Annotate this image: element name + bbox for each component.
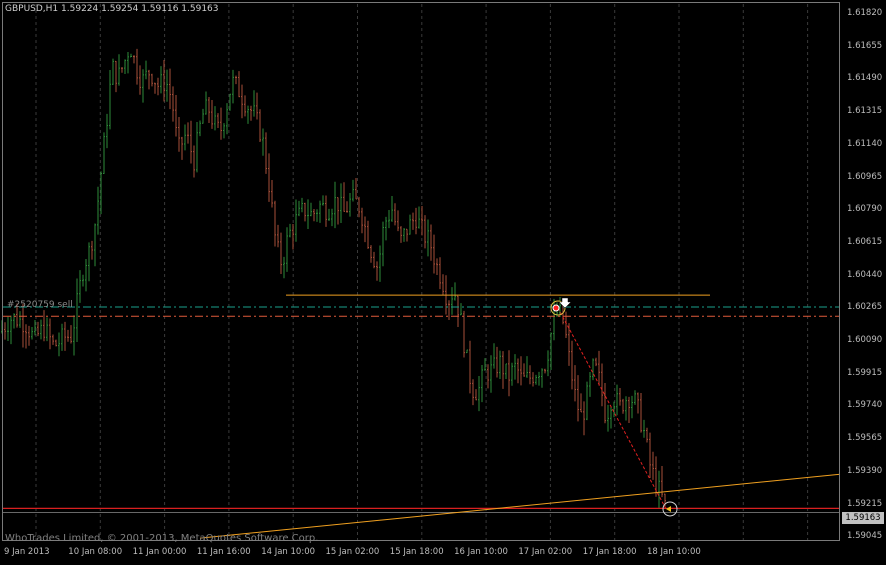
price-axis-label: 1.60615	[847, 236, 883, 247]
candles	[1, 48, 666, 509]
time-axis-label: 16 Jan 10:00	[454, 547, 508, 557]
price-axis-label: 1.61655	[847, 40, 883, 51]
price-axis-label: 1.59740	[847, 400, 883, 411]
price-axis-label: 1.60965	[847, 171, 883, 182]
chart-frame	[2, 2, 840, 541]
time-axis-label: 11 Jan 16:00	[196, 547, 251, 557]
time-axis-label: 17 Jan 18:00	[582, 547, 637, 557]
chart-lines	[3, 294, 841, 539]
price-axis-label: 1.59565	[847, 433, 883, 444]
ohlc-values: 1.59224 1.59254 1.59116 1.59163	[61, 4, 219, 14]
trend-line	[199, 473, 841, 539]
chart-window[interactable]: GBPUSD,H1 1.59224 1.59254 1.59116 1.5916…	[0, 0, 886, 565]
symbol-header: GBPUSD,H1 1.59224 1.59254 1.59116 1.5916…	[5, 4, 219, 15]
time-axis-label: 11 Jan 00:00	[132, 547, 187, 557]
trade-path-line	[557, 307, 667, 510]
price-axis-label: 1.60790	[847, 204, 883, 215]
order-label[interactable]: #2520759 sell	[7, 300, 73, 311]
time-axis-label: 14 Jan 10:00	[261, 547, 316, 557]
time-axis-label: 10 Jan 08:00	[68, 547, 123, 557]
price-axis-label: 1.61315	[847, 106, 883, 117]
time-axis-label: 15 Jan 18:00	[389, 547, 444, 557]
time-axis-label: 17 Jan 02:00	[518, 547, 573, 557]
time-axis-label: 18 Jan 10:00	[647, 547, 701, 557]
trade-close-marker-icon	[666, 505, 671, 512]
bid-price-tag: 1.59163	[842, 512, 884, 524]
symbol-name: GBPUSD,H1	[5, 4, 59, 14]
trade-open-marker	[552, 304, 560, 312]
sell-arrow-icon	[558, 297, 572, 309]
price-axis-label: 1.60090	[847, 335, 883, 345]
copyright-text: WhoTrades Limited, © 2001-2013, MetaQuot…	[5, 533, 319, 544]
time-axis-label: 9 Jan 2013	[4, 547, 50, 557]
price-axis-label: 1.59915	[847, 367, 883, 378]
price-axis-label: 1.59045	[847, 531, 883, 542]
price-axis-label: 1.59215	[847, 498, 883, 509]
price-axis-label: 1.61140	[847, 138, 883, 149]
price-axis-label: 1.60440	[847, 269, 883, 280]
price-axis-label: 1.60265	[847, 302, 883, 313]
price-axis-label: 1.61820	[847, 8, 883, 18]
price-axis-label: 1.59390	[847, 465, 883, 476]
price-chart[interactable]	[0, 0, 886, 565]
price-axis-label: 1.61490	[847, 73, 883, 84]
time-axis-label: 15 Jan 02:00	[325, 547, 380, 557]
